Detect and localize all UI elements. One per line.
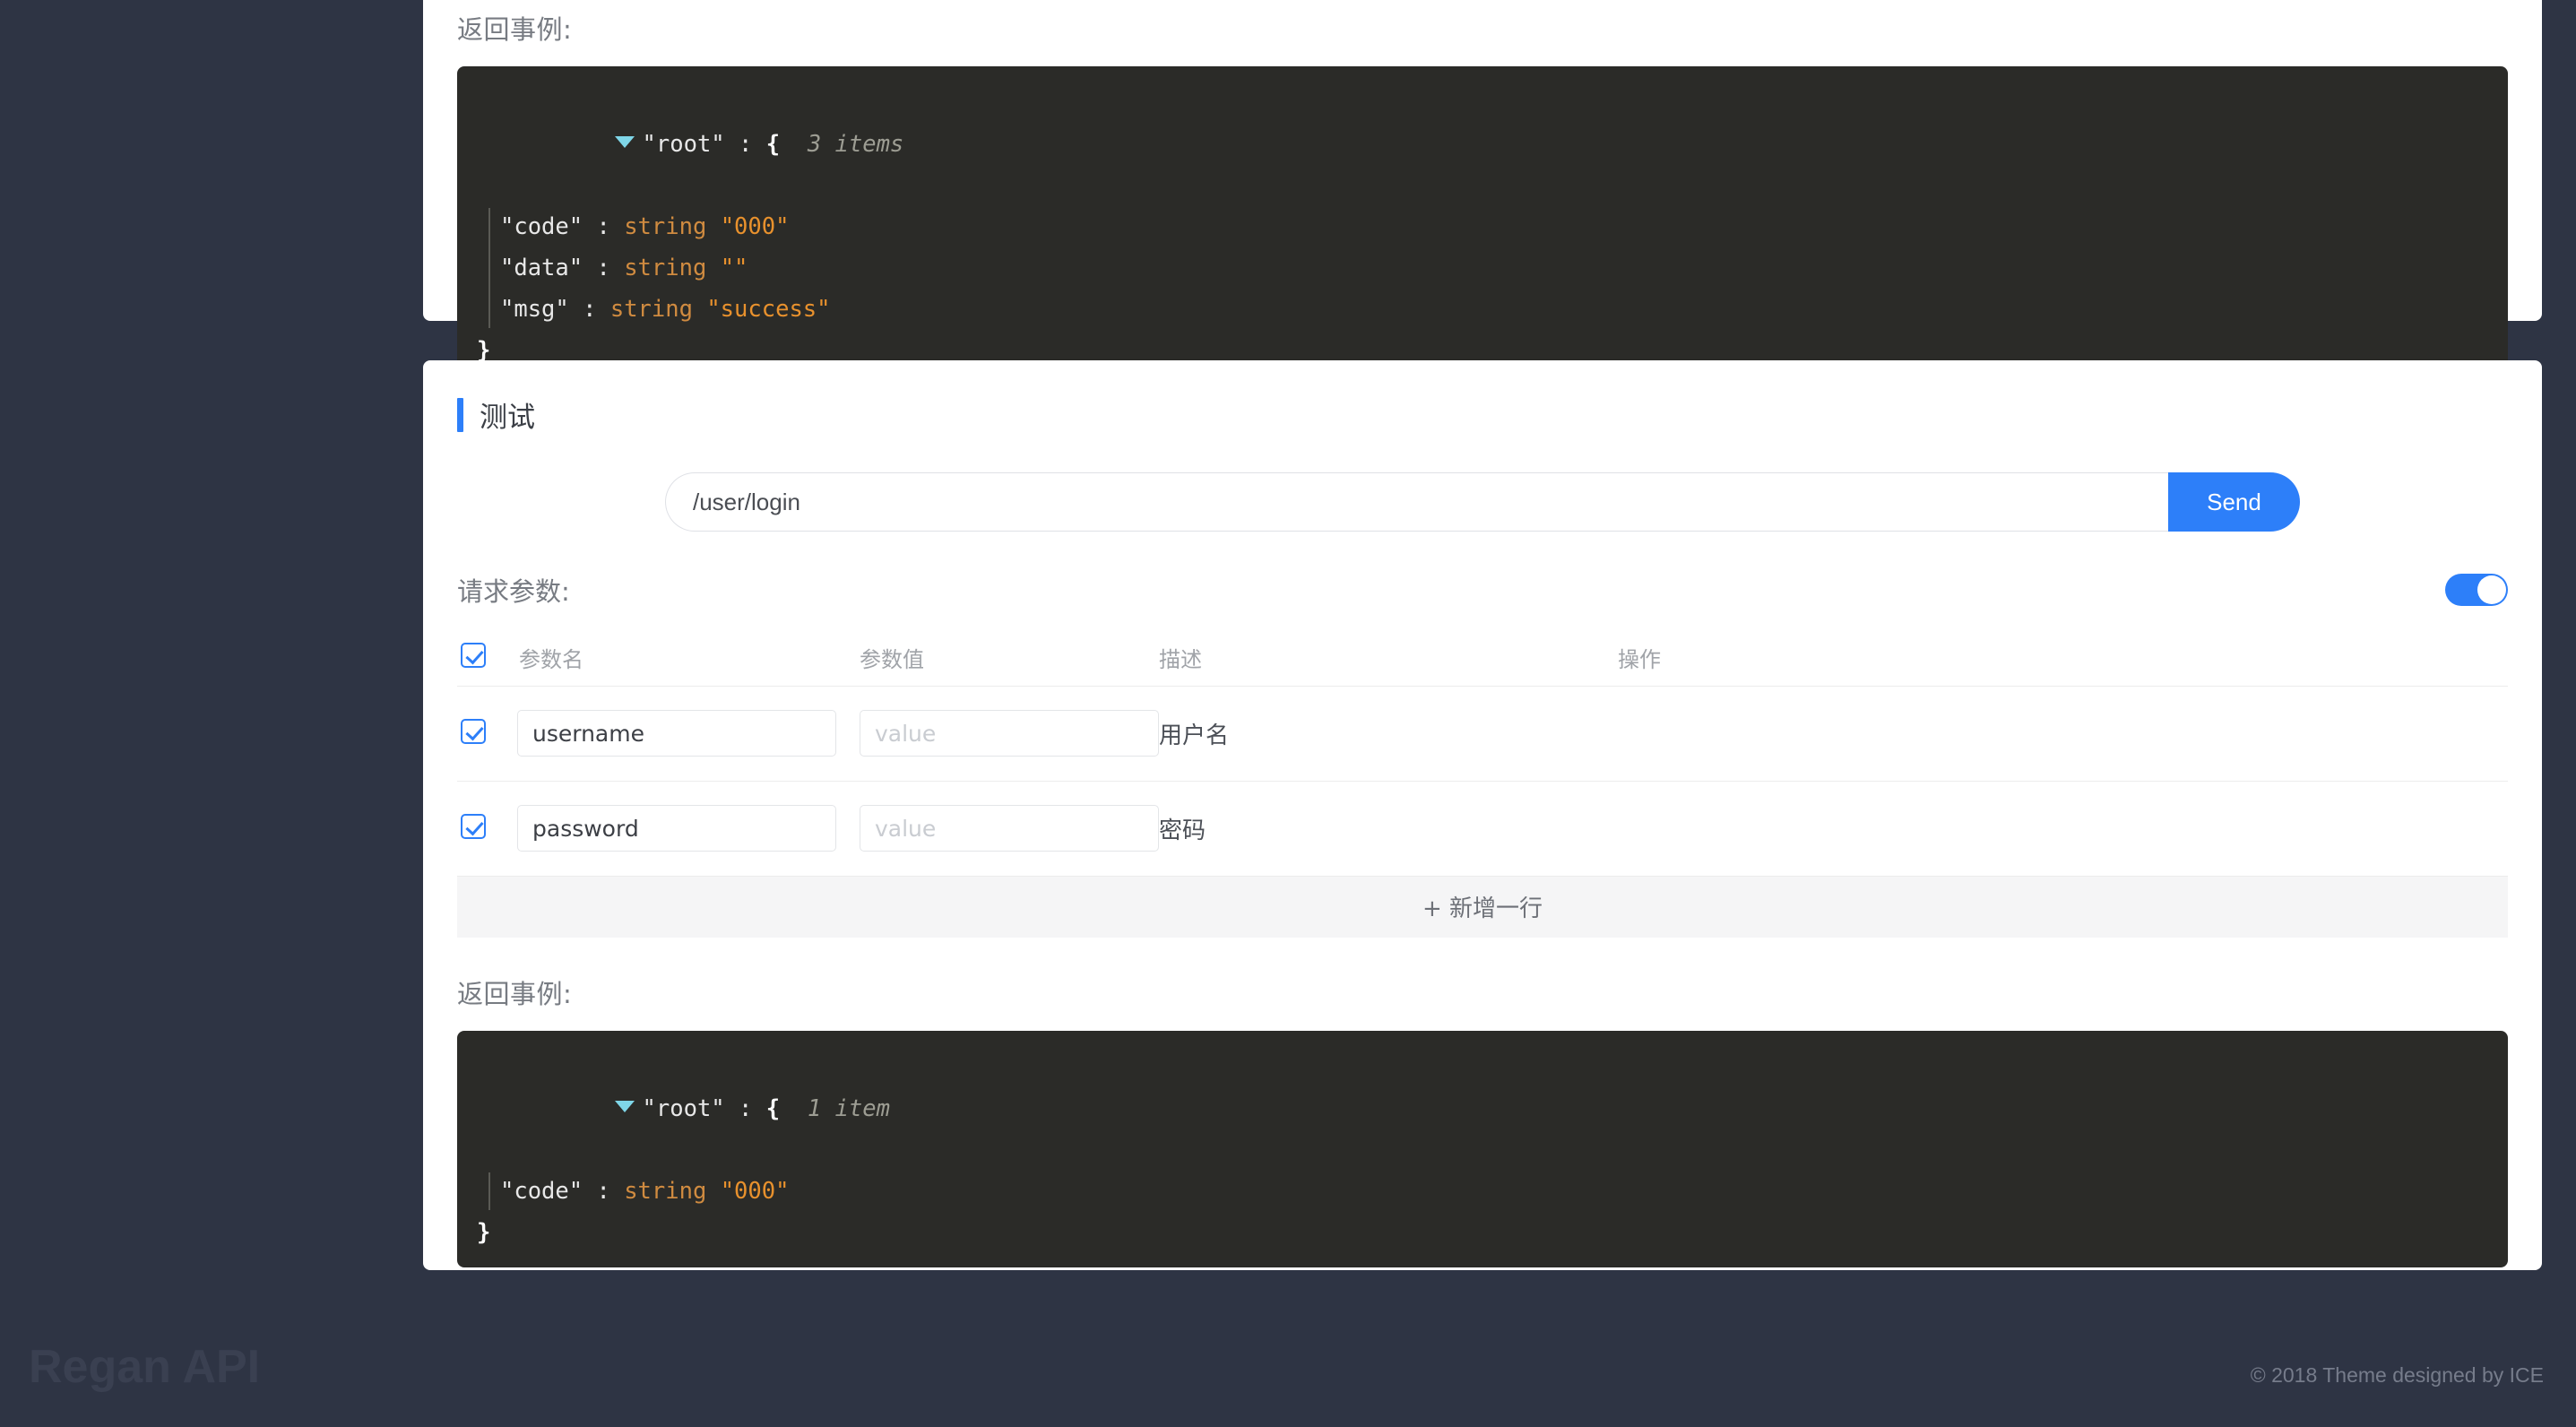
json-entry: "code" : string "000" bbox=[500, 1177, 790, 1205]
response-example-card-top: 返回事例: "root" : { 3 items "code" : string… bbox=[423, 0, 2542, 385]
add-param-row-button[interactable]: + 新增一行 bbox=[457, 876, 2508, 938]
json-entry: "data" : string "" bbox=[500, 255, 748, 281]
param-name-input[interactable] bbox=[517, 805, 836, 852]
json-children-top: "code" : string "000" "data" : string ""… bbox=[457, 206, 2508, 330]
chevron-down-icon[interactable] bbox=[614, 1100, 635, 1112]
json-root-line[interactable]: "root" : { 1 item bbox=[457, 1047, 2508, 1171]
table-header-row: 参数名 参数值 描述 操作 bbox=[457, 630, 2508, 686]
test-panel-title: 测试 bbox=[480, 402, 535, 434]
row-param-desc-cell: 密码 bbox=[1159, 781, 1478, 876]
json-viewer-top: "root" : { 3 items "code" : string "000"… bbox=[457, 66, 2508, 385]
row-checkbox[interactable] bbox=[461, 718, 486, 744]
header-select-all-cell bbox=[457, 630, 517, 686]
param-name-input[interactable] bbox=[517, 710, 836, 757]
header-param-action: 操作 bbox=[1618, 647, 1661, 673]
footer-copyright: © 2018 Theme designed by ICE bbox=[2250, 1363, 2544, 1387]
test-panel-header: 测试 bbox=[457, 394, 2508, 435]
request-params-header: 请求参数: bbox=[457, 571, 2508, 609]
select-all-checkbox[interactable] bbox=[461, 643, 486, 669]
request-params-table: 参数名 参数值 描述 操作 username value 用户名 passwor… bbox=[457, 630, 2508, 877]
row-param-action-cell bbox=[1478, 686, 2508, 781]
json-root-line[interactable]: "root" : { 3 items bbox=[457, 82, 2508, 206]
row-checkbox[interactable] bbox=[461, 813, 486, 839]
footer-brand: Regan API bbox=[29, 1341, 261, 1393]
app-page: 返回事例: "root" : { 3 items "code" : string… bbox=[0, 0, 2576, 1427]
row-param-name-cell bbox=[517, 781, 836, 876]
request-url-input[interactable] bbox=[665, 472, 2168, 532]
row-select-cell bbox=[457, 781, 517, 876]
row-param-desc-cell: 用户名 bbox=[1159, 686, 1478, 781]
response-example-label-bottom: 返回事例: bbox=[457, 978, 573, 1009]
params-enable-toggle[interactable] bbox=[2445, 574, 2508, 606]
json-children-bottom: "code" : string "000" bbox=[457, 1171, 2508, 1212]
send-button[interactable]: Send bbox=[2168, 472, 2300, 532]
test-panel-card: 测试 Send 请求参数: bbox=[423, 360, 2542, 1270]
response-example-label-top: 返回事例: bbox=[457, 14, 573, 45]
json-entry: "code" : string "000" bbox=[500, 213, 790, 240]
json-close-brace: } bbox=[477, 1218, 491, 1246]
row-param-action-cell bbox=[1478, 781, 2508, 876]
header-param-desc: 描述 bbox=[1159, 647, 1202, 673]
table-row: 用户名 bbox=[457, 686, 2508, 781]
json-entry: "msg" : string "success" bbox=[500, 296, 831, 323]
header-param-name: 参数名 bbox=[519, 647, 583, 673]
json-viewer-bottom: "root" : { 1 item "code" : string "000" … bbox=[457, 1030, 2508, 1267]
row-param-value-cell bbox=[836, 686, 1159, 781]
table-row: 密码 bbox=[457, 781, 2508, 876]
param-value-input[interactable] bbox=[860, 805, 1159, 852]
param-desc-text: 密码 bbox=[1159, 817, 1206, 844]
row-param-value-cell bbox=[836, 781, 1159, 876]
title-accent-bar bbox=[457, 397, 463, 432]
header-param-value: 参数值 bbox=[860, 647, 924, 673]
chevron-down-icon[interactable] bbox=[614, 136, 635, 148]
param-desc-text: 用户名 bbox=[1159, 722, 1230, 749]
param-value-input[interactable] bbox=[860, 710, 1159, 757]
request-url-row: Send bbox=[457, 472, 2508, 532]
request-params-label: 请求参数: bbox=[457, 576, 570, 607]
row-select-cell bbox=[457, 686, 517, 781]
row-param-name-cell bbox=[517, 686, 836, 781]
